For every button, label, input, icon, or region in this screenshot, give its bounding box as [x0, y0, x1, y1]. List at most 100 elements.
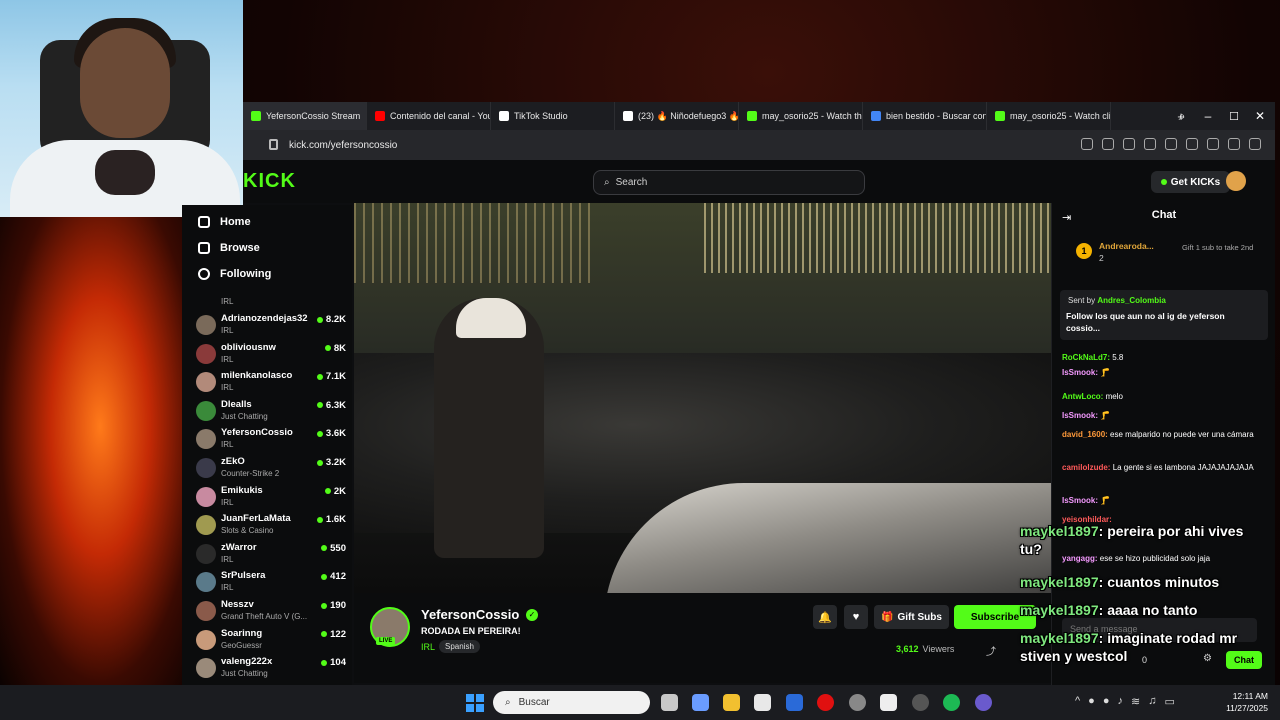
microphone-icon[interactable]: ♪ — [1117, 695, 1123, 708]
menu-icon[interactable] — [1228, 138, 1240, 150]
channel-name[interactable]: YefersonCossio — [421, 607, 519, 622]
gift-cta[interactable]: Gift 1 sub to take 2nd — [1182, 243, 1272, 253]
taskbar-search[interactable]: ⌕ Buscar — [493, 691, 650, 714]
system-tray[interactable]: ^ ● ● ♪ ≋ ♫ ▭ — [1075, 695, 1175, 708]
kick-logo[interactable]: KICK — [243, 170, 296, 193]
camera-icon[interactable] — [1123, 138, 1135, 150]
chat-username[interactable]: AntwLoco: — [1062, 392, 1103, 401]
browser-tab[interactable]: (23) 🔥 Niñodefuego3 🔥 — [615, 102, 739, 130]
chat-username[interactable]: IsSmook: — [1062, 411, 1098, 420]
viewer-count: 3,612 Viewers — [896, 644, 954, 654]
capcut-icon[interactable] — [880, 694, 897, 711]
copilot-icon[interactable] — [692, 694, 709, 711]
sidebar-channel[interactable]: JuanFerLaMata Slots & Casino 1.6K — [196, 511, 346, 539]
browser-tab[interactable]: Contenido del canal - You — [367, 102, 491, 130]
maximize-icon[interactable]: ☐ — [1221, 102, 1247, 130]
sidebar-channel[interactable]: valeng222x Just Chatting 104 — [196, 654, 346, 682]
gifter-rank-badge: 1 — [1076, 243, 1092, 259]
discord-icon[interactable] — [975, 694, 992, 711]
follow-button[interactable]: ♥ — [844, 605, 868, 629]
channel-avatar — [196, 515, 216, 536]
file-explorer-icon[interactable] — [723, 694, 740, 711]
sidebar-channel[interactable]: milenkanolasco IRL 7.1K — [196, 368, 346, 396]
tab-favicon-icon — [623, 111, 633, 121]
search-input[interactable]: ⌕ Search — [593, 170, 865, 195]
chat-message[interactable]: david_1600: ese malparido no puede ver u… — [1062, 429, 1262, 441]
settings-icon[interactable] — [849, 694, 866, 711]
chat-username[interactable]: IsSmook: — [1062, 368, 1098, 377]
play-icon[interactable] — [1165, 138, 1177, 150]
windows-start-icon[interactable] — [466, 694, 484, 712]
shield-icon[interactable] — [1144, 138, 1156, 150]
sidebar-channel[interactable]: SrPulsera IRL 412 — [196, 568, 346, 596]
browser-tab[interactable]: may_osorio25 - Watch cli — [987, 102, 1111, 130]
browser-tab[interactable]: TikTok Studio — [491, 102, 615, 130]
clock[interactable]: 12:11 AM 11/27/2025 — [1220, 690, 1268, 714]
viewer-count: 8.2K — [325, 314, 346, 325]
battery-icon[interactable]: ▭ — [1164, 695, 1174, 708]
chat-message[interactable]: IsSmook: 🦵 — [1062, 495, 1262, 507]
address-bar[interactable]: kick.com/yefersoncossio — [243, 130, 1275, 160]
volume-icon[interactable]: ♫ — [1148, 695, 1156, 708]
language-tag[interactable]: Spanish — [439, 640, 480, 653]
minimize-icon[interactable]: – — [1195, 102, 1221, 130]
tray-app-icon[interactable]: ● — [1103, 695, 1110, 708]
sidebar-channel[interactable]: Nesszv Grand Theft Auto V (G... 190 — [196, 597, 346, 625]
sidebar-channel[interactable]: Emikukis IRL 2K — [196, 483, 346, 511]
video-player[interactable] — [354, 203, 1051, 593]
chat-username[interactable]: camilolzude: — [1062, 463, 1110, 472]
sidebar-channel[interactable]: Adrianozendejas32 IRL 8.2K — [196, 311, 346, 339]
nav-following[interactable]: Following — [198, 268, 271, 280]
chat-message[interactable]: RoCkNaLd7: 5.8 — [1062, 352, 1262, 364]
spotify-icon[interactable] — [943, 694, 960, 711]
nav-browse[interactable]: Browse — [198, 242, 260, 254]
heart-icon — [198, 268, 210, 280]
heart-icon[interactable] — [1186, 138, 1198, 150]
channel-name: Emikukis — [221, 484, 263, 496]
user-avatar[interactable] — [1226, 171, 1246, 191]
pinned-message[interactable]: Sent by Andres_Colombia Follow los que a… — [1060, 290, 1268, 340]
edit-icon[interactable] — [1102, 138, 1114, 150]
channel-name: milenkanolasco — [221, 370, 293, 382]
browser-tab[interactable]: bien bestido - Buscar con — [863, 102, 987, 130]
opera-icon[interactable] — [817, 694, 834, 711]
browser-tab[interactable]: YefersonCossio Stream — [243, 102, 367, 130]
chevron-up-icon[interactable]: ^ — [1075, 695, 1080, 708]
viewer-count: 550 — [330, 542, 346, 554]
chat-message[interactable]: IsSmook: 🦵 — [1062, 367, 1262, 379]
browser-tab[interactable]: may_osorio25 - Watch the — [739, 102, 863, 130]
download-icon[interactable] — [1207, 138, 1219, 150]
nav-home[interactable]: Home — [198, 216, 251, 228]
share-icon[interactable]: ⤴ — [986, 643, 996, 658]
gift-subs-button[interactable]: 🎁 Gift Subs — [874, 605, 949, 629]
chat-username[interactable]: RoCkNaLd7: — [1062, 353, 1110, 362]
gifter-name[interactable]: Andrearoda... — [1099, 241, 1154, 251]
task-view-icon[interactable] — [661, 694, 678, 711]
profile-icon[interactable] — [1249, 138, 1261, 150]
obs-icon[interactable] — [912, 694, 929, 711]
chat-message[interactable]: camilolzude: La gente si es lambona JAJA… — [1062, 462, 1262, 474]
mail-icon[interactable] — [786, 694, 803, 711]
url-text[interactable]: kick.com/yefersoncossio — [289, 140, 397, 151]
search-tabs-icon[interactable]: ⌕ — [1169, 102, 1195, 130]
category-link[interactable]: IRL — [421, 642, 435, 652]
chat-username[interactable]: david_1600: — [1062, 430, 1108, 439]
lock-icon — [269, 139, 278, 150]
wifi-icon[interactable]: ≋ — [1131, 695, 1140, 708]
sidebar-channel[interactable]: Dlealls Just Chatting 6.3K — [196, 397, 346, 425]
zoom-icon[interactable] — [1081, 138, 1093, 150]
channel-name: valeng222x — [221, 656, 273, 668]
get-kicks-button[interactable]: Get KICKs — [1151, 171, 1230, 193]
chat-message[interactable]: AntwLoco: melo — [1062, 391, 1262, 403]
tray-app-icon[interactable]: ● — [1088, 695, 1095, 708]
notification-button[interactable]: 🔔 — [813, 605, 837, 629]
chat-message[interactable]: IsSmook: 🦵 — [1062, 410, 1262, 422]
sidebar-channel[interactable]: obliviousnw IRL 8K — [196, 340, 346, 368]
sidebar-channel[interactable]: Soarinng GeoGuessr 122 — [196, 626, 346, 654]
sidebar-channel[interactable]: YefersonCossio IRL 3.6K — [196, 425, 346, 453]
sidebar-channel[interactable]: zWarror IRL 550 — [196, 540, 346, 568]
close-icon[interactable]: ✕ — [1247, 102, 1273, 130]
chat-username[interactable]: IsSmook: — [1062, 496, 1098, 505]
sidebar-channel[interactable]: zEkO Counter-Strike 2 3.2K — [196, 454, 346, 482]
store-icon[interactable] — [754, 694, 771, 711]
